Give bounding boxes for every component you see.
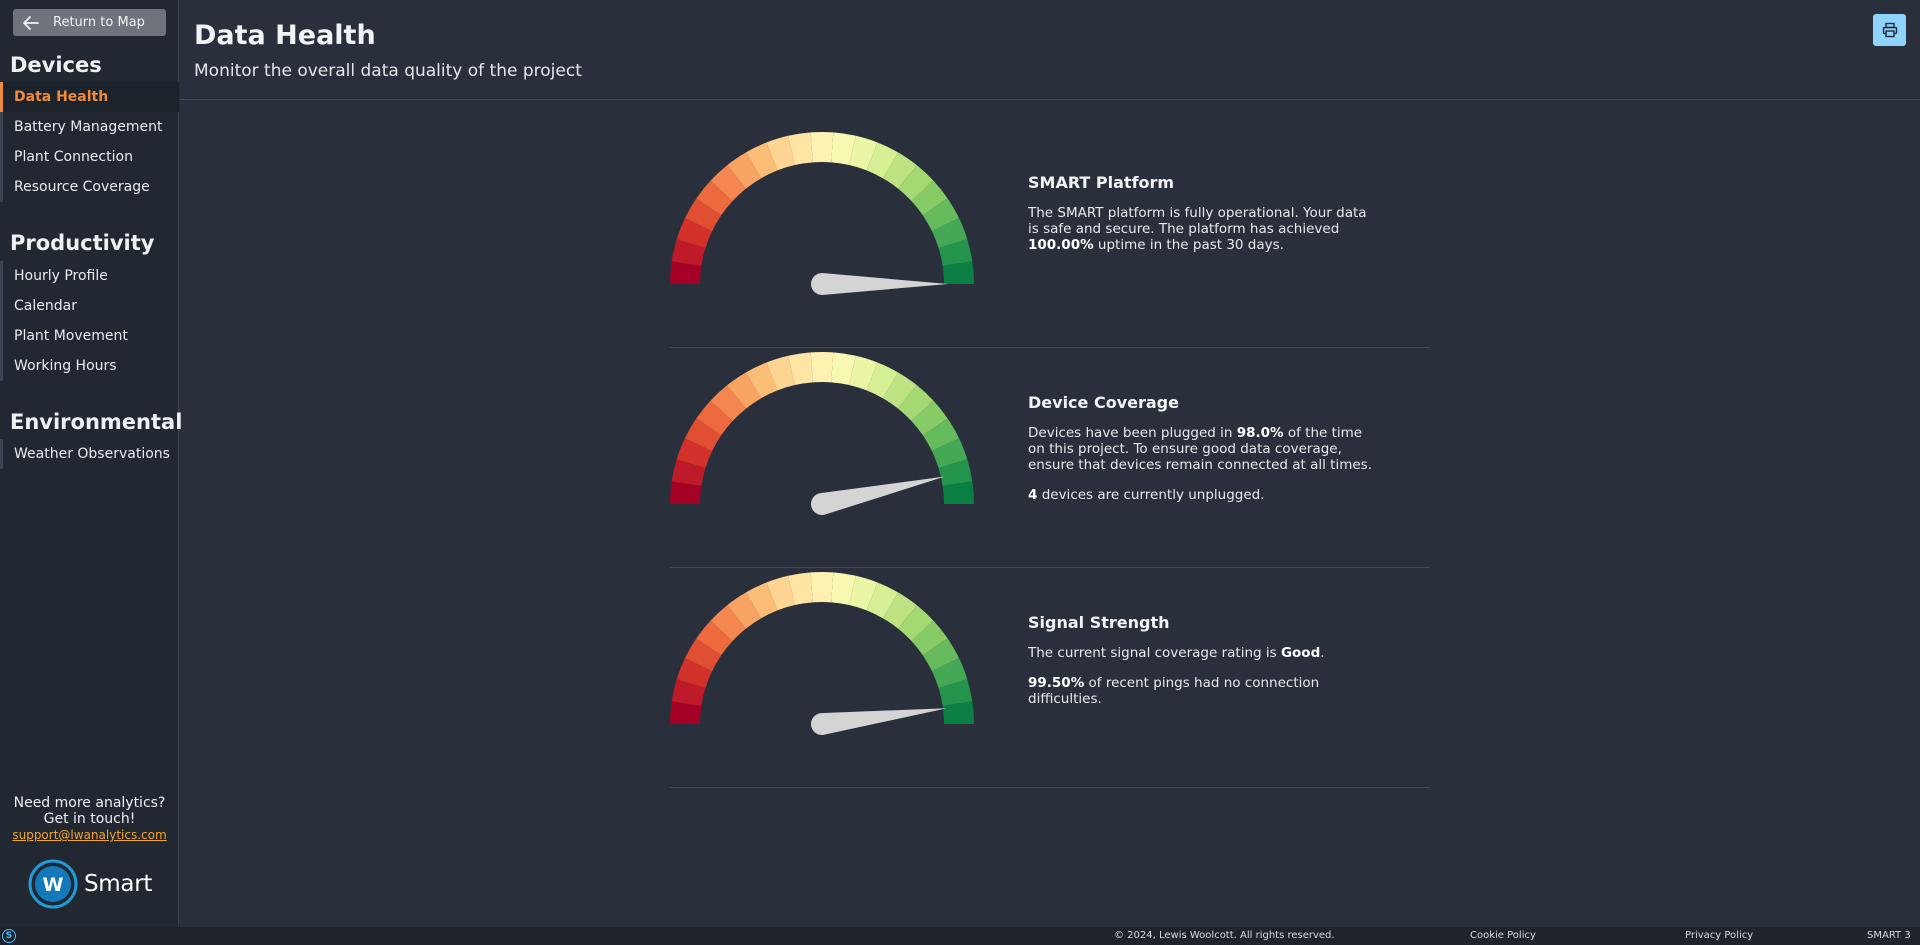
gauge-title: Signal Strength: [1028, 613, 1170, 632]
promo-line-2: Get in touch!: [43, 811, 136, 827]
sidebar-item-working-hours[interactable]: Working Hours: [0, 351, 179, 381]
sidebar-item-plant-connection[interactable]: Plant Connection: [0, 142, 179, 172]
print-button[interactable]: [1873, 14, 1906, 46]
brand-logo: W Smart: [28, 859, 152, 909]
gauge-segment: [810, 352, 834, 383]
gauge-description: Devices have been plugged in 98.0% of th…: [1028, 425, 1372, 473]
gauge-row-device-coverage: Device Coverage Devices have been plugge…: [670, 348, 1430, 568]
arrow-left-icon: [23, 15, 39, 30]
svg-text:W: W: [43, 874, 64, 896]
privacy-policy-link[interactable]: Privacy Policy: [1685, 930, 1753, 941]
return-to-map-button[interactable]: Return to Map: [13, 9, 166, 36]
gauge-info: Signal Strength The current signal cover…: [1028, 613, 1378, 721]
gauge-note: 99.50% of recent pings had no connection…: [1028, 675, 1320, 707]
section-title-productivity: Productivity: [10, 231, 155, 255]
gauge-note: 4 devices are currently unplugged.: [1028, 487, 1265, 503]
cookie-policy-link[interactable]: Cookie Policy: [1470, 930, 1536, 941]
page-title: Data Health: [194, 20, 376, 51]
gauge: [670, 572, 974, 735]
sidebar-item-resource-coverage[interactable]: Resource Coverage: [0, 172, 179, 202]
gauge-row-smart-platform: SMART Platform The SMART platform is ful…: [670, 128, 1430, 348]
page-header: Data Health Monitor the overall data qua…: [180, 0, 1920, 100]
support-email-link[interactable]: support@lwanalytics.com: [12, 828, 166, 842]
gauge-segment: [810, 572, 834, 603]
sidebar: Return to Map Devices Data Health Batter…: [0, 0, 183, 927]
smart-badge-icon: S: [2, 929, 16, 943]
lw-logo-icon: W: [28, 859, 78, 909]
section-title-environmental: Environmental: [10, 410, 183, 434]
sidebar-item-plant-movement[interactable]: Plant Movement: [0, 321, 179, 351]
footer-version: SMART 3: [1867, 930, 1911, 941]
gauge-info: Device Coverage Devices have been plugge…: [1028, 393, 1378, 517]
gauge: [670, 352, 974, 516]
sidebar-item-hourly-profile[interactable]: Hourly Profile: [0, 261, 179, 291]
gauge-title: Device Coverage: [1028, 393, 1179, 412]
gauge-info: SMART Platform The SMART platform is ful…: [1028, 173, 1378, 267]
sidebar-item-battery-management[interactable]: Battery Management: [0, 112, 179, 142]
gauge-needle: [810, 476, 945, 516]
brand-name: Smart: [84, 871, 153, 897]
footer-copyright: © 2024, Lewis Woolcott. All rights reser…: [1114, 930, 1335, 941]
promo-box: Need more analytics? Get in touch! suppo…: [0, 795, 179, 843]
section-title-devices: Devices: [10, 53, 102, 77]
gauge-description: The SMART platform is fully operational.…: [1028, 205, 1367, 253]
gauge-row-signal-strength: Signal Strength The current signal cover…: [670, 568, 1430, 788]
gauge-title: SMART Platform: [1028, 173, 1175, 192]
gauge-needle: [811, 273, 948, 295]
footer: S © 2024, Lewis Woolcott. All rights res…: [0, 927, 1920, 945]
promo-line-1: Need more analytics?: [13, 795, 166, 811]
gauge-needle: [811, 708, 948, 735]
return-to-map-label: Return to Map: [53, 15, 145, 30]
sidebar-item-weather-observations[interactable]: Weather Observations: [0, 439, 179, 469]
printer-icon: [1882, 22, 1897, 38]
gauge-description: The current signal coverage rating is Go…: [1028, 645, 1325, 661]
gauge: [670, 132, 974, 295]
sidebar-item-data-health[interactable]: Data Health: [0, 82, 179, 112]
page-subtitle: Monitor the overall data quality of the …: [194, 61, 582, 81]
gauge-segment: [810, 132, 834, 163]
sidebar-item-calendar[interactable]: Calendar: [0, 291, 179, 321]
